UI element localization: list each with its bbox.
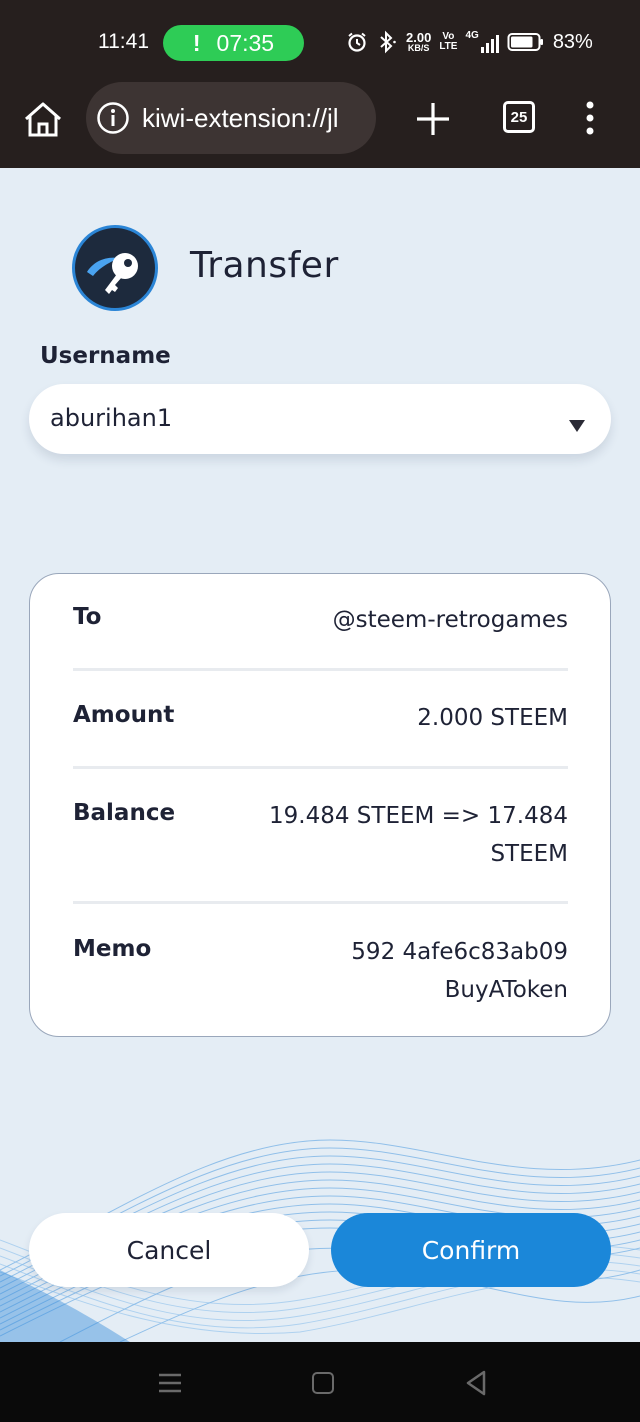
detail-row-memo: Memo 592 4afe6c83ab09 BuyAToken [73,936,568,1016]
chevron-down-icon [569,420,585,432]
url-text[interactable]: kiwi-extension://jl [142,103,339,134]
detail-value: 592 4afe6c83ab09 BuyAToken [351,939,568,1003]
detail-row-balance: Balance 19.484 STEEM => 17.484 STEEM [73,800,568,880]
page-title: Transfer [190,245,339,286]
detail-label: Balance [73,800,176,826]
call-timer: 07:35 [216,29,275,56]
recent-apps-icon[interactable] [158,1372,182,1394]
menu-dots-icon[interactable] [582,101,598,135]
info-icon[interactable] [96,101,130,135]
detail-value: 19.484 STEEM => 17.484 STEEM [269,803,568,867]
status-bar: 11:41 ! 07:35 2.00 KB/S Vo LTE 4G 83% [0,0,640,84]
key-logo-icon [72,225,158,311]
alarm-icon [348,32,366,52]
detail-value: @steem-retrogames [332,607,568,633]
detail-label: To [73,604,102,630]
status-time: 11:41 [98,30,149,53]
divider [73,766,568,769]
home-icon[interactable] [22,100,64,138]
username-value: aburihan1 [50,404,173,432]
bluetooth-icon [380,30,396,54]
status-icons: 2.00 KB/S Vo LTE 4G 83% [346,28,593,56]
call-indicator-icon: ! [192,29,201,56]
confirm-button[interactable]: Confirm [331,1213,611,1287]
signal-icon: 4G [465,31,499,53]
call-timer-pill[interactable]: ! 07:35 [163,25,304,61]
divider [73,901,568,904]
url-bar[interactable]: kiwi-extension://jl [86,82,376,154]
tab-count-button[interactable]: 25 [503,101,535,133]
net-speed: 2.00 KB/S [406,30,432,53]
detail-row-amount: Amount 2.000 STEEM [73,702,568,742]
username-select[interactable]: aburihan1 [29,384,611,454]
battery-percent: 83% [552,30,593,53]
username-label: Username [40,343,171,369]
cancel-button[interactable]: Cancel [29,1213,309,1287]
home-nav-icon[interactable] [312,1372,334,1394]
detail-label: Amount [73,702,175,728]
plus-icon[interactable] [414,100,452,138]
divider [73,668,568,671]
back-icon[interactable] [465,1370,487,1396]
transfer-details-card: To @steem-retrogames Amount 2.000 STEEM … [29,573,611,1037]
detail-label: Memo [73,936,152,962]
detail-value: 2.000 STEEM [417,705,568,731]
volte-indicator: Vo LTE [439,31,458,52]
detail-row-to: To @steem-retrogames [73,604,568,644]
battery-icon [507,33,543,51]
